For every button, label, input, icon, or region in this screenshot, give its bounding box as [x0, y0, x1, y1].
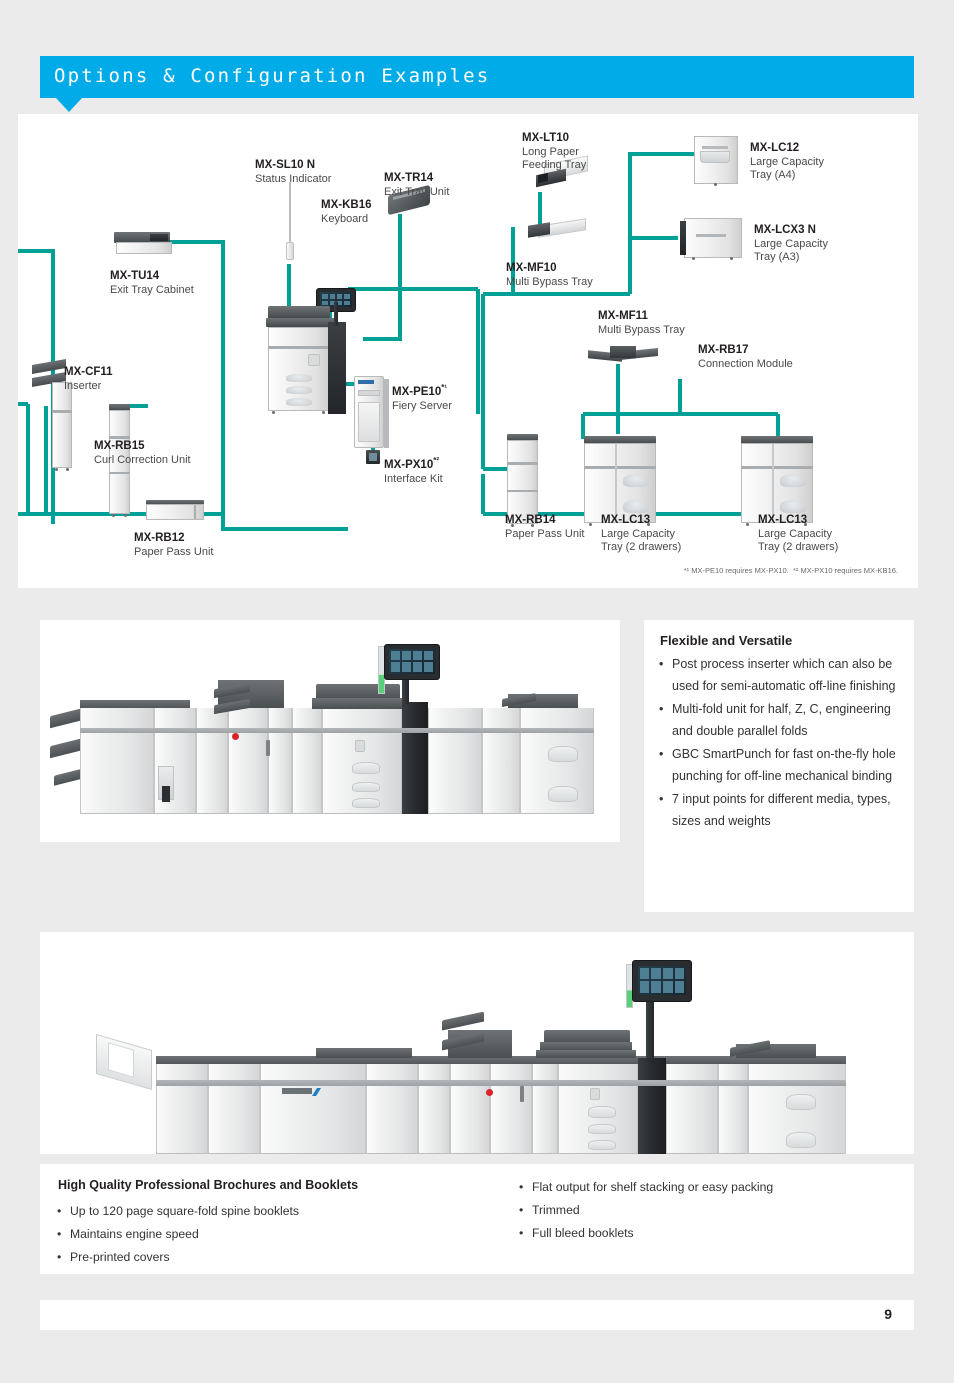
- booklet-item: Full bleed booklets: [518, 1222, 918, 1245]
- label-mx-rb15: MX-RB15 Curl Correction Unit: [94, 440, 191, 466]
- label-mx-lc12: MX-LC12 Large Capacity Tray (A4): [750, 142, 824, 181]
- booklets-title: High Quality Professional Brochures and …: [58, 1178, 359, 1192]
- page-footer: 9: [40, 1300, 914, 1330]
- booklets-list-right: Flat output for shelf stacking or easy p…: [518, 1176, 918, 1245]
- product-photo-panel-1: [40, 620, 620, 842]
- feature-item: Multi-fold unit for half, Z, C, engineer…: [658, 699, 904, 742]
- brand-logo-red-2: [486, 1089, 493, 1096]
- page-header-bar: Options & Configuration Examples: [40, 56, 914, 98]
- label-mx-lt10: MX-LT10 Long Paper Feeding Tray: [522, 132, 587, 171]
- finisher-tray-1: [50, 707, 84, 729]
- booklets-panel: High Quality Professional Brochures and …: [40, 1164, 914, 1274]
- label-mx-lc13-right: MX-LC13 Large Capacity Tray (2 drawers): [758, 514, 839, 553]
- features-list: Post process inserter which can also be …: [658, 654, 904, 834]
- label-mx-pe10-code: MX-PE10*¹: [392, 383, 447, 398]
- device-mx-mf11: [588, 344, 660, 366]
- label-mx-sl10n: MX-SL10 N Status Indicator: [255, 159, 332, 185]
- device-mx-lcx3n: [678, 218, 744, 262]
- operation-panel-screen-2[interactable]: [632, 960, 692, 1002]
- label-mx-rb12: MX-RB12 Paper Pass Unit: [134, 532, 214, 558]
- product-photo-2: [96, 946, 896, 1154]
- feature-item: Post process inserter which can also be …: [658, 654, 904, 697]
- booklets-list-left: Up to 120 page square-fold spine booklet…: [56, 1200, 476, 1269]
- device-mx-lc12: [694, 136, 740, 188]
- device-mx-tu14: [114, 232, 174, 258]
- device-mx-pe10: [354, 376, 390, 454]
- label-mx-px10-code: MX-PX10*²: [384, 456, 439, 471]
- label-mx-tr14: MX-TR14 Exit Tray Unit: [384, 172, 450, 198]
- label-mx-mf10: MX-MF10 Multi Bypass Tray: [506, 262, 593, 288]
- label-mx-lc13-left: MX-LC13 Large Capacity Tray (2 drawers): [601, 514, 682, 553]
- feature-item: 7 input points for different media, type…: [658, 789, 904, 832]
- booklet-item: Up to 120 page square-fold spine booklet…: [56, 1200, 476, 1223]
- device-mx-sl10n: [286, 182, 294, 264]
- device-mx-mf10: [522, 218, 588, 244]
- label-mx-mf11: MX-MF11 Multi Bypass Tray: [598, 310, 685, 336]
- header-notch-triangle: [56, 98, 82, 112]
- booklet-item: Pre-printed covers: [56, 1246, 476, 1269]
- label-mx-rb14: MX-RB14 Paper Pass Unit: [505, 514, 585, 540]
- label-mx-tu14: MX-TU14 Exit Tray Cabinet: [110, 270, 194, 296]
- diagram-footnote: *¹ MX-PE10 requires MX-PX10. *² MX-PX10 …: [683, 566, 898, 575]
- feature-item: GBC SmartPunch for fast on-the-fly hole …: [658, 744, 904, 787]
- finisher-tray-2: [50, 737, 84, 759]
- label-mx-lcx3n: MX-LCX3 N Large Capacity Tray (A3): [754, 224, 828, 263]
- features-panel: Flexible and Versatile Post process inse…: [644, 620, 914, 912]
- product-photo-panel-2: [40, 932, 914, 1154]
- features-title: Flexible and Versatile: [660, 633, 793, 648]
- booklet-item: Trimmed: [518, 1199, 918, 1222]
- label-mx-cf11: MX-CF11 Inserter: [64, 366, 113, 392]
- device-mx-rb12: [146, 500, 206, 522]
- brochure-page: Options & Configuration Examples MX-SL10…: [0, 0, 954, 1383]
- device-main-mfp: [264, 302, 356, 416]
- options-diagram-panel: MX-SL10 N Status Indicator MX-TR14 Exit …: [18, 114, 918, 588]
- page-number: 9: [884, 1306, 892, 1322]
- label-mx-pe10: MX-PE10*¹ Fiery Server: [392, 383, 452, 412]
- page-title: Options & Configuration Examples: [54, 65, 491, 87]
- label-mx-px10: MX-PX10*² Interface Kit: [384, 456, 443, 485]
- booklet-item: Maintains engine speed: [56, 1223, 476, 1246]
- device-mx-px10: [366, 450, 382, 466]
- brand-logo-red: [232, 733, 239, 740]
- product-photo-1: [50, 634, 610, 830]
- label-mx-rb17: MX-RB17 Connection Module: [698, 344, 793, 370]
- booklet-item: Flat output for shelf stacking or easy p…: [518, 1176, 918, 1199]
- label-mx-kb16: MX-KB16 Keyboard: [321, 199, 372, 225]
- operation-panel-screen[interactable]: [384, 644, 440, 680]
